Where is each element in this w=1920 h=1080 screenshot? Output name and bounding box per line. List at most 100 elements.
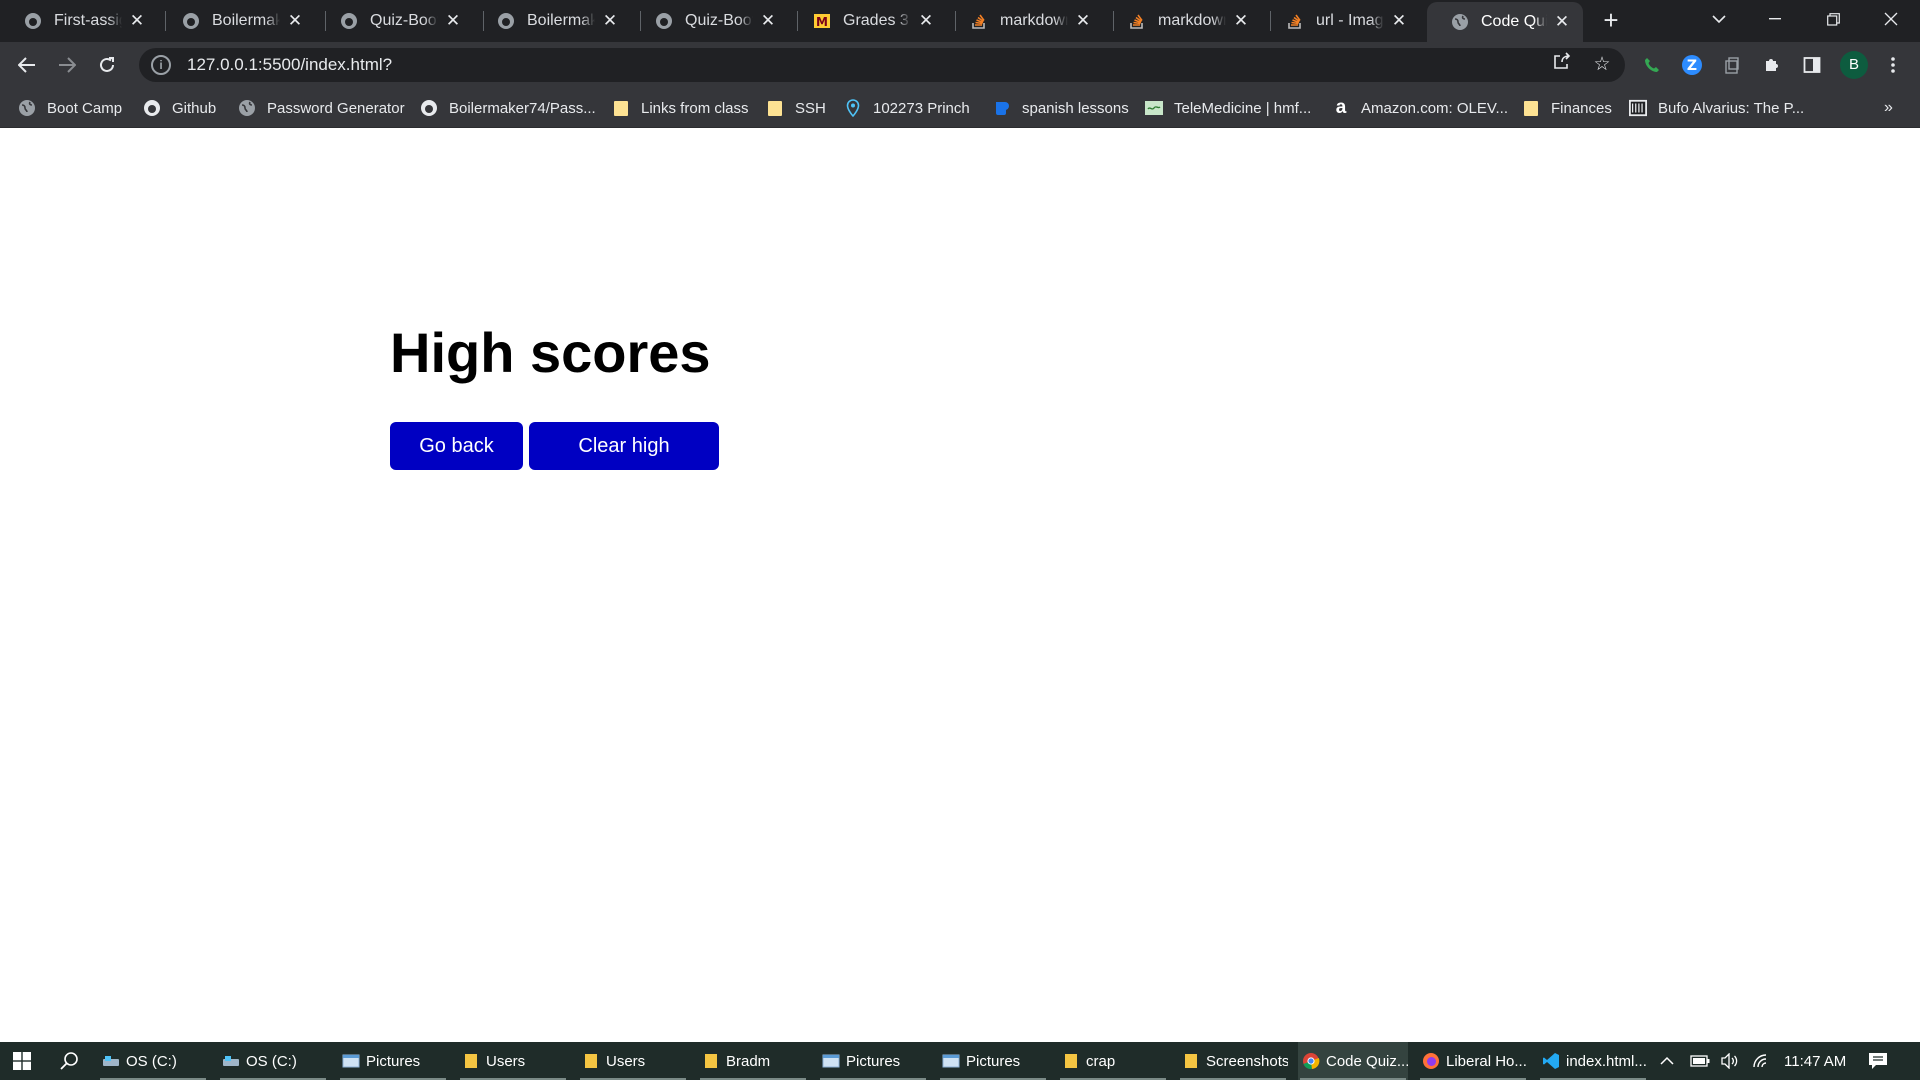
bookmark-boot-camp[interactable]: Boot Camp <box>18 88 122 128</box>
notification-icon <box>1869 1053 1887 1069</box>
tab-title: Boilermaker74 <box>527 12 595 29</box>
bookmark-boilermaker74-pass[interactable]: Boilermaker74/Pass... <box>420 88 596 128</box>
forward-button[interactable] <box>52 50 82 80</box>
puzzle-icon[interactable] <box>1759 52 1785 78</box>
info-icon[interactable]: i <box>151 55 171 75</box>
taskbar-item-bradm[interactable]: Bradm <box>698 1042 808 1080</box>
bookmark-password-generator[interactable]: Password Generator <box>238 88 405 128</box>
kebab-menu-icon[interactable] <box>1880 52 1906 78</box>
clear-high-scores-button[interactable]: Clear high scores <box>529 422 719 505</box>
close-icon[interactable]: ✕ <box>917 11 935 31</box>
close-icon[interactable]: ✕ <box>1074 11 1092 31</box>
battery-icon[interactable] <box>1690 1042 1710 1080</box>
tab-code-quiz[interactable]: Code Quiz ✕ <box>1427 2 1583 42</box>
taskbar-item-pictures[interactable]: Pictures <box>338 1042 448 1080</box>
tab-title: markdown <box>1158 12 1226 29</box>
back-button[interactable] <box>12 50 42 80</box>
close-icon[interactable]: ✕ <box>1232 11 1250 31</box>
share-icon[interactable] <box>1549 52 1575 78</box>
bookmark-finances[interactable]: Finances <box>1522 88 1612 128</box>
notifications-button[interactable] <box>1868 1042 1888 1080</box>
tab-quiz-bootcamp[interactable]: Quiz-Bootcamp ✕ <box>316 0 474 42</box>
folder-icon <box>702 1053 720 1069</box>
close-window-button[interactable] <box>1868 0 1914 38</box>
tab-strip: First-assignment ✕ Boilermaker74 ✕ Quiz-… <box>0 0 1920 42</box>
taskbar-clock[interactable]: 11:47 AM <box>1784 1042 1846 1080</box>
chevron-down-icon <box>1712 15 1726 24</box>
bookmark-blue-icon <box>993 99 1011 117</box>
bookmarks-bar: Boot Camp Github Password Generator Boil… <box>0 88 1920 128</box>
taskbar-item-label: Code Quiz... <box>1326 1052 1408 1070</box>
reload-button[interactable] <box>92 50 122 80</box>
url-text[interactable]: 127.0.0.1:5500/index.html? <box>187 55 392 75</box>
tab-search-button[interactable] <box>1696 0 1742 38</box>
clipboard-extension-icon[interactable] <box>1719 52 1745 78</box>
close-icon[interactable]: ✕ <box>444 11 462 31</box>
drive-icon <box>222 1053 240 1069</box>
phone-extension-icon[interactable] <box>1639 52 1665 78</box>
stackoverflow-icon <box>970 12 988 30</box>
bookmarks-overflow-button[interactable]: » <box>1884 88 1893 128</box>
tab-boilermaker74[interactable]: Boilermaker74 ✕ <box>473 0 631 42</box>
bookmark-bufo-alvarius[interactable]: Bufo Alvarius: The P... <box>1629 88 1804 128</box>
close-icon[interactable]: ✕ <box>1390 11 1408 31</box>
close-icon[interactable]: ✕ <box>759 11 777 31</box>
taskbar-item-crap[interactable]: crap <box>1058 1042 1168 1080</box>
close-icon <box>1884 12 1898 26</box>
bookmark-amazon[interactable]: a Amazon.com: OLEV... <box>1332 88 1508 128</box>
address-bar[interactable]: i 127.0.0.1:5500/index.html? ☆ <box>139 48 1625 82</box>
windows-logo-icon <box>13 1052 31 1070</box>
tab-first-assignment[interactable]: First-assignment ✕ <box>0 0 158 42</box>
tab-url-image[interactable]: url - Image ✕ <box>1262 0 1420 42</box>
bookmark-spanish-lessons[interactable]: spanish lessons <box>993 88 1129 128</box>
taskbar-item-index-html[interactable]: index.html... <box>1538 1042 1648 1080</box>
restore-icon <box>1826 12 1840 26</box>
bookmark-links-from-class[interactable]: Links from class <box>612 88 749 128</box>
bookmark-github[interactable]: Github <box>143 88 216 128</box>
star-icon[interactable]: ☆ <box>1589 52 1615 78</box>
close-icon[interactable]: ✕ <box>1553 12 1571 32</box>
taskbar-item-pictures[interactable]: Pictures <box>818 1042 928 1080</box>
bookmark-label: Bufo Alvarius: The P... <box>1658 99 1805 117</box>
tab-boilermaker74[interactable]: Boilermaker74 ✕ <box>158 0 316 42</box>
minimize-icon <box>1769 18 1781 20</box>
taskbar-item-os-c[interactable]: OS (C:) <box>98 1042 208 1080</box>
taskbar-item-code-quiz[interactable]: Code Quiz... <box>1298 1042 1408 1080</box>
volume-icon[interactable] <box>1720 1042 1740 1080</box>
svg-text:M: M <box>816 15 828 29</box>
bookmark-label: Links from class <box>641 99 749 117</box>
start-button[interactable] <box>0 1042 44 1080</box>
bookmark-label: Amazon.com: OLEV... <box>1361 99 1509 117</box>
close-icon[interactable]: ✕ <box>601 11 619 31</box>
arrow-right-icon <box>59 57 76 73</box>
wifi-icon[interactable] <box>1752 1042 1772 1080</box>
bookmark-telemedicine[interactable]: TeleMedicine | hmf... <box>1145 88 1311 128</box>
bookmark-label: TeleMedicine | hmf... <box>1174 99 1312 117</box>
taskbar-item-os-c[interactable]: OS (C:) <box>218 1042 328 1080</box>
go-back-button[interactable]: Go back <box>390 422 523 470</box>
minimize-button[interactable] <box>1752 0 1798 38</box>
show-hidden-icons-button[interactable] <box>1660 1042 1674 1080</box>
folder-icon <box>1522 99 1540 117</box>
bookmark-label: Github <box>172 99 217 117</box>
new-tab-button[interactable]: + <box>1597 7 1625 35</box>
restore-button[interactable] <box>1810 0 1856 38</box>
side-panel-icon[interactable] <box>1799 52 1825 78</box>
bookmark-102273-princh[interactable]: 102273 Princh <box>844 88 970 128</box>
tab-quiz-bootcamp[interactable]: Quiz-Bootcamp ✕ <box>631 0 789 42</box>
taskbar-item-users[interactable]: Users <box>578 1042 688 1080</box>
stackoverflow-icon <box>1128 12 1146 30</box>
tab-markdown[interactable]: markdown ✕ <box>946 0 1104 42</box>
bookmark-ssh[interactable]: SSH <box>766 88 826 128</box>
taskbar-item-pictures[interactable]: Pictures <box>938 1042 1048 1080</box>
tab-grades[interactable]: M Grades 3 - M ✕ <box>789 0 947 42</box>
taskbar-search-button[interactable] <box>48 1042 92 1080</box>
avatar[interactable]: B <box>1840 51 1868 79</box>
taskbar-item-screenshots[interactable]: Screenshots <box>1178 1042 1288 1080</box>
tab-markdown[interactable]: markdown ✕ <box>1104 0 1262 42</box>
close-icon[interactable]: ✕ <box>128 11 146 31</box>
zoom-extension-icon[interactable]: Z <box>1679 52 1705 78</box>
taskbar-item-liberal-ho[interactable]: Liberal Ho... <box>1418 1042 1528 1080</box>
taskbar-item-users[interactable]: Users <box>458 1042 568 1080</box>
close-icon[interactable]: ✕ <box>286 11 304 31</box>
